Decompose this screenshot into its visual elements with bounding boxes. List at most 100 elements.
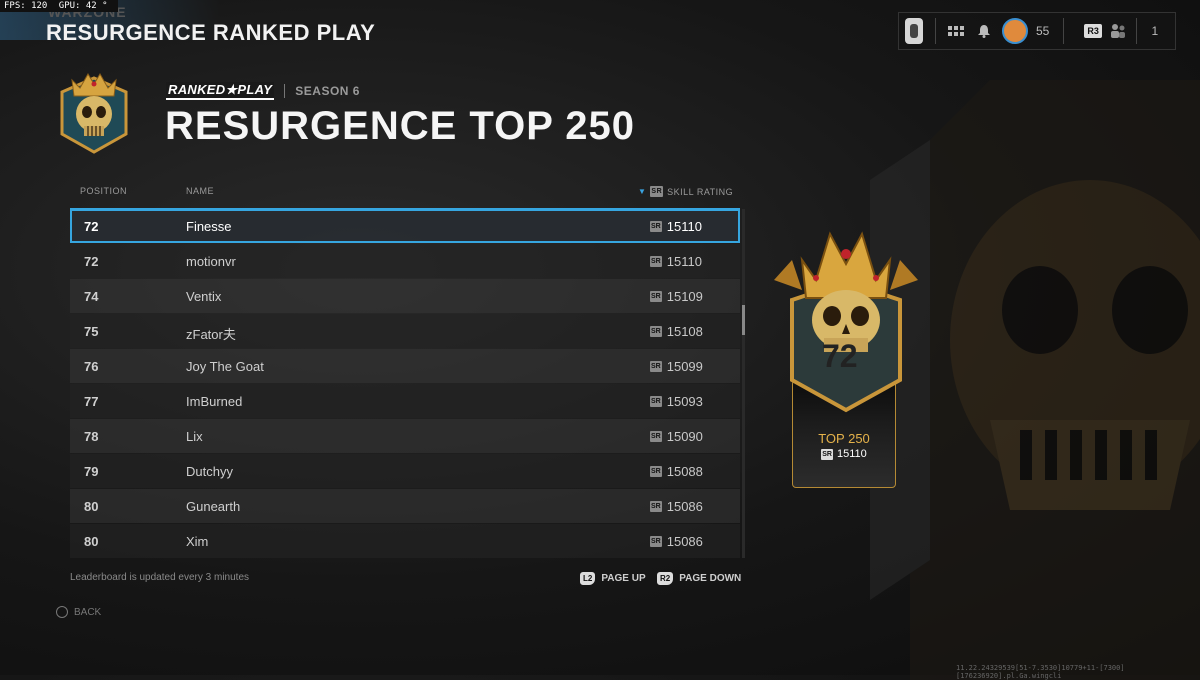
circle-button-icon [56,606,68,618]
row-player-name: Dutchyy [186,464,233,479]
controller-icon [905,18,923,44]
season-label: SEASON 6 [295,84,360,98]
row-position: 80 [84,499,99,514]
row-position: 80 [84,534,99,549]
l2-button-icon: L2 [580,572,596,585]
scrollbar-thumb[interactable] [742,305,745,335]
top-status-bar: 55 R3 1 [898,12,1176,50]
bell-icon [978,25,990,38]
row-position: 76 [84,359,99,374]
row-sr-value: 15086 [666,499,703,514]
row-player-name: Xim [186,534,209,549]
leaderboard-table: 72 Finesse SR 15110 72 motionvr SR 15110 7… [70,208,740,559]
row-skill-rating: SR 15110 [650,219,702,234]
sr-icon: SR [650,536,662,547]
notifications-button[interactable] [970,13,998,49]
row-player-name: motionvr [186,254,236,269]
table-row[interactable]: 80 Gunearth SR 15086 [70,489,740,523]
sr-icon: SR [650,501,662,512]
row-player-name: Ventix [186,289,222,304]
row-sr-value: 15099 [666,359,703,374]
row-player-name: Gunearth [186,499,241,514]
row-player-name: Lix [186,429,203,444]
column-header-position[interactable]: POSITION [80,186,127,196]
row-sr-value: 15110 [666,219,702,234]
divider [284,84,286,98]
column-header-name[interactable]: NAME [186,186,214,196]
row-player-name: Finesse [186,219,232,234]
row-skill-rating: SR 15099 [650,359,703,374]
row-sr-value: 15110 [666,254,702,269]
sr-icon: SR [650,221,662,232]
row-position: 75 [84,324,99,339]
r3-button-icon: R3 [1084,24,1102,38]
table-scrollbar[interactable] [742,209,745,558]
row-skill-rating: SR 15086 [650,499,703,514]
row-sr-value: 15093 [666,394,703,409]
row-skill-rating: SR 15090 [650,429,703,444]
table-row[interactable]: 76 Joy The Goat SR 15099 [70,349,740,383]
table-row[interactable]: 74 Ventix SR 15109 [70,279,740,313]
row-player-name: Joy The Goat [186,359,264,374]
page-title: RESURGENCE RANKED PLAY [46,20,376,45]
table-row[interactable]: 79 Dutchyy SR 15088 [70,454,740,488]
table-row[interactable]: 72 Finesse SR 15110 [70,208,740,243]
row-player-name: zFator夫 [186,327,236,342]
player-level: 55 [1036,24,1050,38]
table-row[interactable]: 78 Lix SR 15090 [70,419,740,453]
sr-icon: SR [650,466,662,477]
sr-icon: SR [650,361,662,372]
build-debug-text: 11.22.24329539[51-7.3530]10779+11-[7300]… [956,664,1125,680]
row-skill-rating: SR 15108 [650,324,703,339]
table-header: POSITION NAME ▼ SR SKILL RATING [70,182,740,202]
party-count: 1 [1151,24,1159,38]
profile-button[interactable]: 55 [1002,13,1049,49]
page-down-button[interactable]: R2 PAGE DOWN [657,572,741,585]
brand-line: RANKED★PLAY SEASON 6 [166,82,360,100]
avatar [1002,18,1028,44]
row-position: 78 [84,429,99,444]
row-sr-value: 15086 [666,534,703,549]
column-header-skill-rating-label: SKILL RATING [667,186,734,197]
rank-position-number: 72 [822,338,858,374]
row-skill-rating: SR 15110 [650,254,702,269]
rank-tier-label: TOP 250 [818,431,870,446]
party-icon [1110,24,1125,38]
back-button[interactable]: BACK [56,606,101,618]
row-skill-rating: SR 15093 [650,394,703,409]
row-sr-value: 15108 [666,324,703,339]
divider [1135,18,1137,44]
sr-icon: SR [650,186,664,197]
row-position: 74 [84,289,99,304]
leaderboard-heading: RESURGENCE TOP 250 [165,104,636,148]
row-sr-value: 15088 [666,464,703,479]
table-row[interactable]: 72 motionvr SR 15110 [70,244,740,278]
r2-button-icon: R2 [657,572,674,585]
sr-icon: SR [650,326,662,337]
table-row[interactable]: 75 zFator夫 SR 15108 [70,314,740,348]
row-skill-rating: SR 15109 [650,289,703,304]
sort-descending-icon: ▼ [638,187,647,196]
row-position: 79 [84,464,99,479]
table-row[interactable]: 77 ImBurned SR 15093 [70,384,740,418]
row-skill-rating: SR 15086 [650,534,703,549]
row-sr-value: 15109 [666,289,703,304]
grid-menu-button[interactable] [942,13,970,49]
sr-icon: SR [650,291,662,302]
gpu-temp: GPU: 42 ° [58,1,108,11]
ranked-play-logo: RANKED★PLAY [166,82,275,100]
page-down-label: PAGE DOWN [679,573,742,584]
sr-icon: SR [650,396,662,407]
rank-card-sr-value: 15110 [836,448,867,460]
party-button[interactable]: R3 [1070,13,1126,49]
sr-icon: SR [650,431,662,442]
column-header-skill-rating[interactable]: ▼ SR SKILL RATING [638,186,733,197]
rank-card-skill-rating: SR 15110 [793,448,895,460]
table-row[interactable]: 80 Xim SR 15086 [70,524,740,558]
sr-icon: SR [650,256,662,267]
row-sr-value: 15090 [666,429,703,444]
page-up-button[interactable]: L2 PAGE UP [580,572,646,585]
row-player-name: ImBurned [186,394,243,409]
performance-overlay: FPS: 120 GPU: 42 ° [0,0,118,12]
controller-button[interactable] [899,13,929,49]
